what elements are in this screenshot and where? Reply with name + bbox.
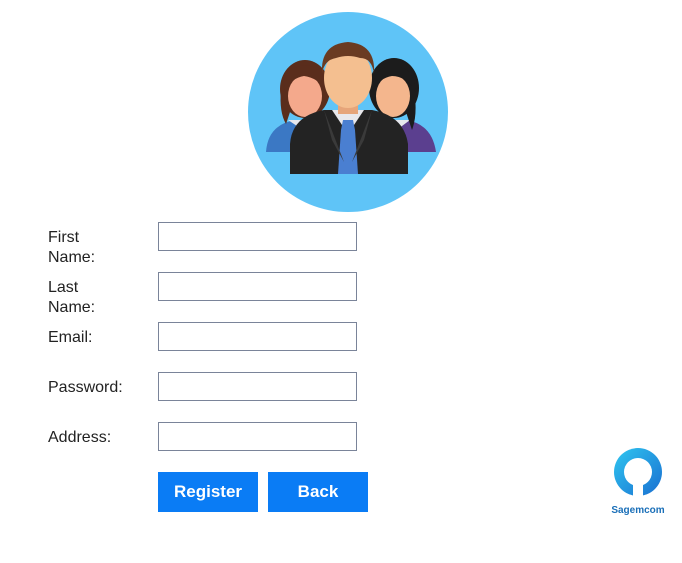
sagemcom-logo-icon: [614, 448, 662, 500]
address-label: Address:: [48, 429, 112, 446]
address-input[interactable]: [158, 422, 357, 451]
email-input[interactable]: [158, 322, 357, 351]
users-group-illustration: [248, 12, 448, 212]
email-label: Email:: [48, 329, 93, 346]
last-name-label: Last Name:: [48, 279, 96, 316]
last-name-input[interactable]: [158, 272, 357, 301]
back-button[interactable]: Back: [268, 472, 368, 512]
first-name-input[interactable]: [158, 222, 357, 251]
sagemcom-logo-text: Sagemcom: [611, 505, 665, 516]
password-input[interactable]: [158, 372, 357, 401]
sagemcom-logo: Sagemcom: [606, 446, 670, 518]
users-group-icon: [248, 12, 448, 212]
register-button[interactable]: Register: [158, 472, 258, 512]
first-name-label: First Name:: [48, 229, 96, 266]
password-label: Password:: [48, 379, 123, 396]
